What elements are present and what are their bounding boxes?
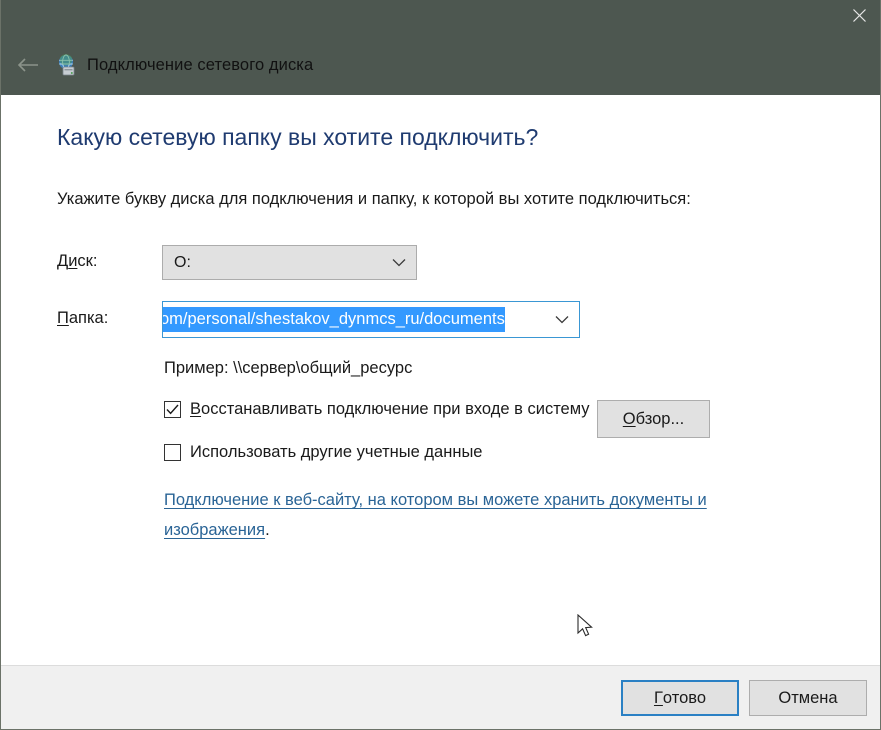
drive-selected-value: O:: [174, 253, 191, 271]
drive-label: Диск:: [57, 252, 97, 271]
folder-combobox[interactable]: om/personal/shestakov_dynmcs_ru/document…: [162, 301, 580, 338]
cancel-button[interactable]: Отмена: [749, 680, 867, 716]
folder-label: Папка:: [57, 309, 108, 328]
reconnect-label-accel: В: [190, 400, 202, 418]
map-network-drive-dialog: Подключение сетевого диска Какую сетевую…: [0, 0, 881, 730]
link-trailing-period: .: [265, 521, 270, 539]
reconnect-checkbox-row[interactable]: Восстанавливать подключение при входе в …: [164, 400, 590, 419]
finish-button[interactable]: Готово: [621, 680, 739, 716]
dialog-footer: Готово Отмена: [1, 665, 880, 729]
example-path-hint: Пример: \\сервер\общий_ресурс: [164, 359, 413, 377]
credentials-label-accel: д: [424, 443, 435, 461]
credentials-checkbox-row[interactable]: Использовать другие учетные данные: [164, 443, 482, 462]
folder-label-accel: П: [57, 309, 69, 327]
credentials-label-before: Использовать другие учетные: [190, 443, 425, 461]
drive-select[interactable]: O:: [162, 245, 417, 280]
finish-button-accel: Г: [653, 688, 663, 707]
browse-button-label: бзор...: [635, 409, 685, 428]
chevron-down-icon[interactable]: [545, 302, 579, 337]
dialog-body: Какую сетевую папку вы хотите подключить…: [1, 95, 880, 665]
back-button[interactable]: [13, 52, 43, 78]
network-drive-icon: [56, 54, 80, 78]
page-title: Какую сетевую папку вы хотите подключить…: [57, 124, 539, 150]
drive-label-after: ск:: [77, 252, 98, 270]
window-title: Подключение сетевого диска: [87, 56, 314, 74]
credentials-label-after: анные: [434, 443, 483, 461]
cancel-button-label: Отмена: [778, 688, 838, 707]
close-icon: [852, 8, 866, 22]
folder-label-after: апка:: [68, 309, 109, 327]
reconnect-label-after: осстанавливать подключение при входе в с…: [201, 400, 590, 418]
credentials-checkbox-label: Использовать другие учетные данные: [190, 443, 482, 462]
connect-to-website-link[interactable]: Подключение к веб-сайту, на котором вы м…: [164, 485, 764, 545]
reconnect-checkbox-label: Восстанавливать подключение при входе в …: [190, 400, 590, 419]
folder-input-value: om/personal/shestakov_dynmcs_ru/document…: [163, 307, 505, 332]
connect-to-website-link-text: Подключение к веб-сайту, на котором вы м…: [164, 491, 707, 539]
browse-button[interactable]: Обзор...: [597, 400, 710, 438]
folder-input[interactable]: om/personal/shestakov_dynmcs_ru/document…: [163, 302, 545, 337]
page-subtitle: Укажите букву диска для подключения и па…: [57, 190, 691, 208]
chevron-down-icon: [392, 246, 406, 279]
drive-label-before: Д: [57, 252, 69, 270]
finish-button-label: отово: [662, 688, 707, 707]
credentials-checkbox[interactable]: [164, 444, 181, 461]
reconnect-checkbox[interactable]: [164, 401, 181, 418]
title-bar: Подключение сетевого диска: [1, 0, 880, 95]
close-button[interactable]: [836, 0, 880, 30]
browse-button-accel: О: [622, 409, 636, 428]
checkmark-icon: [166, 404, 179, 415]
back-arrow-icon: [17, 58, 38, 72]
